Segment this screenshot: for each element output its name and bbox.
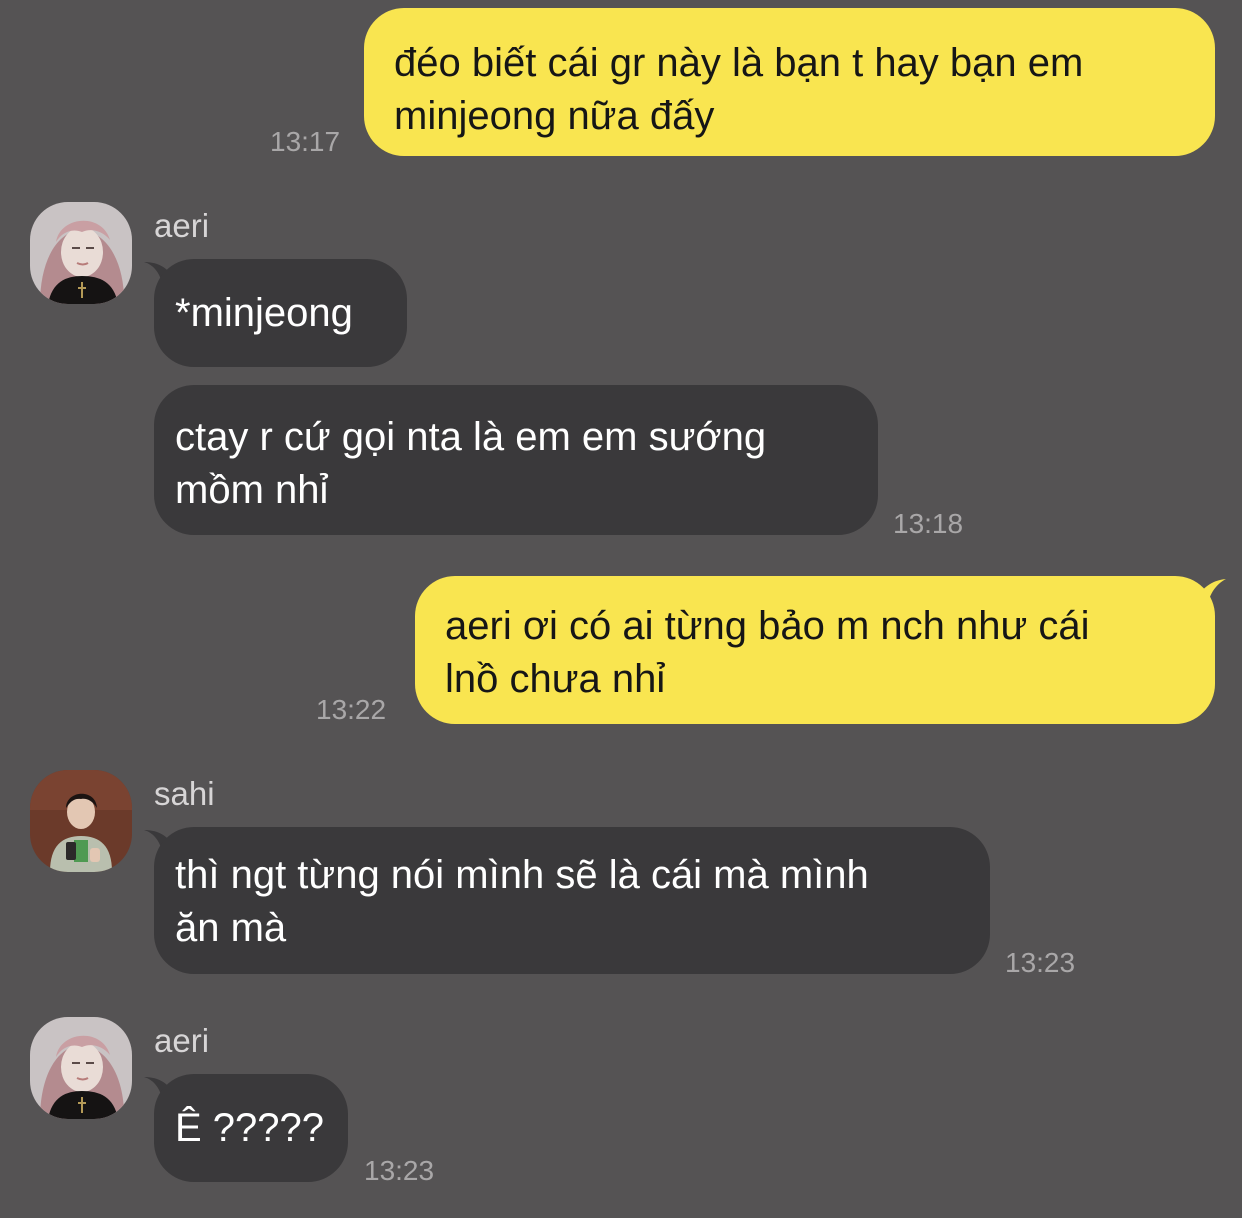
sender-name: sahi [154,775,215,812]
chat-thread: 13:17 đéo biết cái gr này là bạn t hay b… [0,0,1242,1218]
message-line: đéo biết cái gr này là bạn t hay bạn em [394,41,1084,85]
message-timestamp: 13:22 [316,694,387,725]
message-timestamp: 13:17 [270,126,341,157]
incoming-message-bubble[interactable]: Ê ????? [154,1074,348,1182]
sender-name: aeri [154,1022,210,1059]
message-timestamp: 13:18 [893,508,964,539]
message-line: mồm nhỉ [175,468,329,512]
message-timestamp: 13:23 [1005,947,1076,978]
aeri-avatar-icon[interactable] [30,202,132,304]
message-line: minjeong nữa đấy [394,94,715,138]
message-line: thì ngt từng nói mình sẽ là cái mà mình [175,853,869,897]
sender-name: aeri [154,207,210,244]
aeri-avatar-icon[interactable] [30,1017,132,1119]
message-timestamp: 13:23 [364,1155,435,1186]
message-line: ctay r cứ gọi nta là em em sướng [175,415,767,459]
message-line: ăn mà [175,906,287,950]
sahi-avatar-icon[interactable] [30,770,132,872]
incoming-message-bubble[interactable]: ctay r cứ gọi nta là em em sướng mồm nhỉ [154,385,878,535]
incoming-message-bubble[interactable]: thì ngt từng nói mình sẽ là cái mà mình … [154,827,990,974]
message-line: *minjeong [175,291,353,335]
incoming-message-bubble[interactable]: *minjeong [154,259,407,367]
outgoing-message-bubble[interactable]: đéo biết cái gr này là bạn t hay bạn em … [364,8,1215,156]
message-line: aeri ơi có ai từng bảo m nch như cái [445,604,1090,648]
message-line: Ê ????? [175,1106,325,1150]
message-line: lnồ chưa nhỉ [445,657,666,701]
outgoing-message-bubble[interactable]: aeri ơi có ai từng bảo m nch như cái lnồ… [415,576,1215,724]
